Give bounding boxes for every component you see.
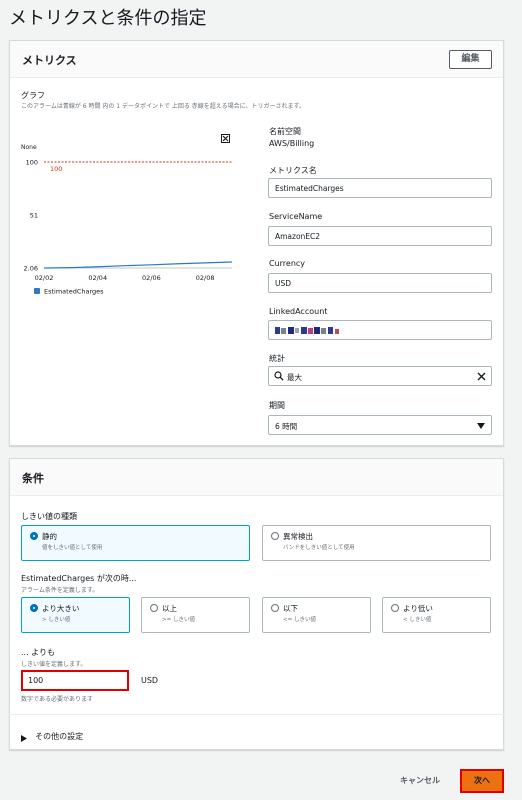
conditions-panel-header: 条件: [10, 459, 503, 496]
divider: [9, 714, 504, 715]
condition-greater-equal[interactable]: 以上 >= しきい値: [141, 597, 250, 633]
x-tick-label: 02/04: [88, 274, 107, 282]
metrics-title: メトリクス: [22, 54, 77, 67]
threshold-type-static[interactable]: 静的 値をしきい値として使用: [21, 525, 250, 561]
series-line-estimatedcharges: [43, 261, 233, 269]
search-icon: [274, 371, 284, 383]
currency-label: Currency: [269, 259, 306, 268]
condition-desc: < しきい値: [403, 617, 432, 623]
radio-icon: [271, 532, 279, 540]
condition-desc: >= しきい値: [162, 617, 195, 623]
static-desc: 値をしきい値として使用: [42, 545, 103, 551]
y-tick-label: 100: [26, 159, 38, 167]
condition-title: 以下: [283, 604, 298, 613]
service-name-field[interactable]: AmazonEC2: [268, 226, 492, 246]
next-button[interactable]: 次へ: [460, 769, 504, 793]
condition-less-equal[interactable]: 以下 <= しきい値: [262, 597, 371, 633]
radio-selected-icon: [30, 604, 38, 612]
page-title: メトリクスと条件の指定: [9, 8, 207, 29]
line-chart: 100 51 2.06 100 02/02 02/04 02/06 02/08 Estimate…: [24, 159, 233, 296]
namespace-value: AWS/Billing: [269, 139, 315, 148]
condition-less[interactable]: より低い < しきい値: [382, 597, 491, 633]
service-name-label: ServiceName: [269, 212, 323, 221]
metric-name-label: メトリクス名: [269, 166, 317, 175]
period-value: 6 時間: [275, 422, 298, 431]
x-tick-label: 02/08: [196, 274, 215, 282]
period-select[interactable]: 6 時間: [268, 415, 492, 435]
condition-when-desc: アラーム条件を定義します。: [21, 587, 99, 594]
radio-selected-icon: [30, 532, 38, 540]
clear-icon[interactable]: [477, 372, 486, 383]
condition-greater[interactable]: より大きい > しきい値: [21, 597, 130, 633]
statistic-label: 統計: [269, 354, 285, 363]
graph-description: このアラームは青線が 6 時間 内の 1 データポイントで 上回る 赤線を超える…: [21, 103, 305, 110]
threshold-type-anomaly[interactable]: 異常検出 バンドをしきい値として使用: [262, 525, 491, 561]
conditions-title: 条件: [22, 472, 44, 485]
condition-when-label: EstimatedCharges が次の時...: [21, 574, 137, 583]
radio-icon: [391, 604, 399, 612]
expand-icon[interactable]: [221, 128, 230, 143]
anomaly-desc: バンドをしきい値として使用: [283, 545, 355, 551]
condition-title: より低い: [403, 604, 433, 613]
statistic-search[interactable]: 最大: [268, 366, 492, 386]
threshold-label: 100: [50, 165, 62, 173]
caret-right-icon: [21, 727, 27, 746]
cancel-button[interactable]: キャンセル: [400, 775, 440, 786]
condition-title: 以上: [162, 604, 177, 613]
legend-label: EstimatedCharges: [44, 288, 104, 296]
number-hint: 数字である必要があります: [21, 696, 93, 703]
condition-desc: <= しきい値: [283, 617, 316, 623]
edit-button[interactable]: 編集: [449, 50, 492, 69]
condition-title: より大きい: [42, 604, 80, 613]
y-tick-label: 51: [30, 212, 38, 220]
radio-icon: [150, 604, 158, 612]
graph-label: グラフ: [21, 91, 45, 100]
anomaly-title: 異常検出: [283, 532, 313, 541]
unit-label: USD: [141, 676, 159, 685]
threshold-type-label: しきい値の種類: [21, 512, 77, 521]
additional-settings-toggle[interactable]: その他の設定: [21, 726, 83, 746]
legend-swatch: [34, 288, 40, 294]
threshold-input[interactable]: 100: [21, 670, 129, 691]
condition-desc: > しきい値: [42, 617, 71, 623]
linked-account-field[interactable]: [268, 320, 492, 340]
linked-account-label: LinkedAccount: [269, 307, 328, 316]
than-desc: しきい値を定義します。: [21, 661, 87, 668]
statistic-value: 最大: [287, 373, 302, 382]
metric-name-field[interactable]: EstimatedCharges: [268, 178, 492, 198]
namespace-label: 名前空間: [269, 127, 301, 136]
radio-icon: [271, 604, 279, 612]
x-tick-label: 02/02: [35, 274, 54, 282]
redacted-value: [275, 327, 347, 336]
metrics-panel-header: メトリクス 編集: [10, 41, 503, 78]
than-label: ... よりも: [21, 648, 56, 657]
additional-settings-label: その他の設定: [35, 732, 84, 741]
x-tick-label: 02/06: [142, 274, 161, 282]
currency-field[interactable]: USD: [268, 273, 492, 293]
static-title: 静的: [42, 532, 57, 541]
period-label: 期間: [269, 401, 285, 410]
caret-down-icon: [477, 422, 485, 431]
y-tick-label: 2.06: [24, 265, 38, 273]
